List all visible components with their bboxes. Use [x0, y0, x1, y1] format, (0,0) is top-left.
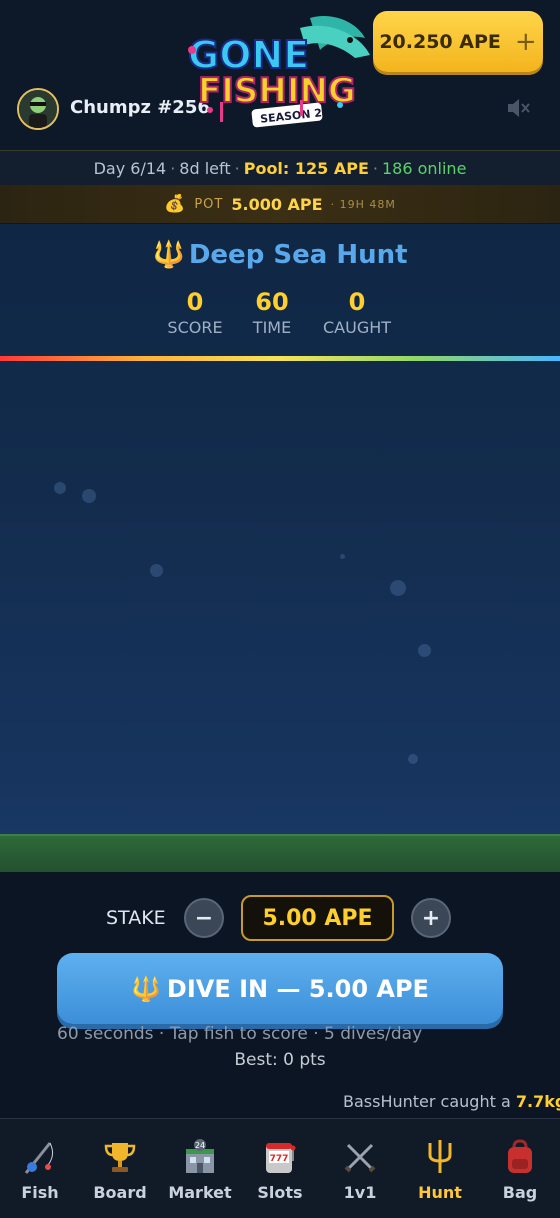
- trident-icon: 🔱: [152, 240, 185, 270]
- stake-increase-button[interactable]: +: [411, 898, 451, 938]
- svg-text:24: 24: [195, 1141, 205, 1150]
- game-title: 🔱 Deep Sea Hunt: [152, 240, 408, 270]
- catch-ticker: BassHunter caught a 7.7kg: [343, 1092, 560, 1111]
- bubble: [408, 754, 418, 764]
- pot-value: 5.000 APE: [231, 194, 323, 214]
- bubble: [82, 489, 96, 503]
- svg-text:777: 777: [270, 1154, 289, 1164]
- stake-label: STAKE: [106, 907, 166, 929]
- nav-board[interactable]: Board: [80, 1119, 160, 1218]
- mute-toggle[interactable]: [505, 96, 531, 120]
- rules-text: 60 seconds · Tap fish to score · 5 dives…: [57, 1024, 423, 1044]
- season-status-bar: Day 6/14 · 8d left · Pool: 125 APE · 186…: [0, 150, 560, 186]
- crossed-swords-icon: [344, 1143, 376, 1173]
- stat-caught: 0 CAUGHT: [322, 288, 392, 337]
- seabed: [0, 834, 560, 874]
- nav-hunt[interactable]: Hunt: [400, 1119, 480, 1218]
- bubble: [340, 554, 345, 559]
- bubble: [54, 482, 66, 494]
- online-count: 186 online: [381, 158, 467, 178]
- dive-in-label: DIVE IN — 5.00 APE: [166, 974, 429, 1003]
- trident-icon: 🔱: [131, 974, 161, 1003]
- avatar[interactable]: [17, 88, 59, 130]
- dive-in-button[interactable]: 🔱 DIVE IN — 5.00 APE: [57, 953, 503, 1024]
- pool-amount: Pool: 125 APE: [243, 158, 369, 178]
- fishing-rod-icon: [24, 1142, 54, 1174]
- bubble: [418, 644, 431, 657]
- backpack-icon: [508, 1139, 532, 1173]
- nav-market[interactable]: 24 Market: [160, 1119, 240, 1218]
- trophy-icon: [104, 1143, 136, 1172]
- pot-timer: · 19H 48M: [330, 197, 396, 211]
- game-logo: GONE FISHING SEASON 2: [180, 10, 380, 128]
- money-bag-icon: 💰: [164, 194, 187, 214]
- balance-button[interactable]: 20.250 APE +: [373, 11, 543, 72]
- days-left: 8d left: [179, 158, 231, 178]
- market-icon: 24: [186, 1139, 214, 1173]
- avatar-portrait-icon: [19, 90, 57, 128]
- pot-bar: 💰 POT 5.000 APE · 19H 48M: [0, 185, 560, 223]
- nav-fish[interactable]: Fish: [0, 1119, 80, 1218]
- pot-label: POT: [194, 196, 224, 212]
- bubble: [150, 564, 163, 577]
- stake-decrease-button[interactable]: −: [184, 898, 224, 938]
- balance-amount: 20.250 APE: [379, 30, 501, 53]
- timer-progress-bar: [0, 356, 560, 361]
- bubble: [390, 580, 406, 596]
- day-counter: Day 6/14: [93, 158, 167, 178]
- bottom-nav: Fish Board 24 Market 777 Slots 1v1 Hunt …: [0, 1118, 560, 1218]
- nav-bag[interactable]: Bag: [480, 1119, 560, 1218]
- nav-slots[interactable]: 777 Slots: [240, 1119, 320, 1218]
- nav-1v1[interactable]: 1v1: [320, 1119, 400, 1218]
- best-score: Best: 0 pts: [234, 1050, 326, 1070]
- speaker-muted-icon: [508, 99, 530, 117]
- slot-machine-icon: 777: [266, 1143, 296, 1173]
- add-funds-icon: +: [514, 26, 537, 57]
- stake-value: 5.00 APE: [241, 895, 394, 941]
- trident-icon: [428, 1140, 452, 1173]
